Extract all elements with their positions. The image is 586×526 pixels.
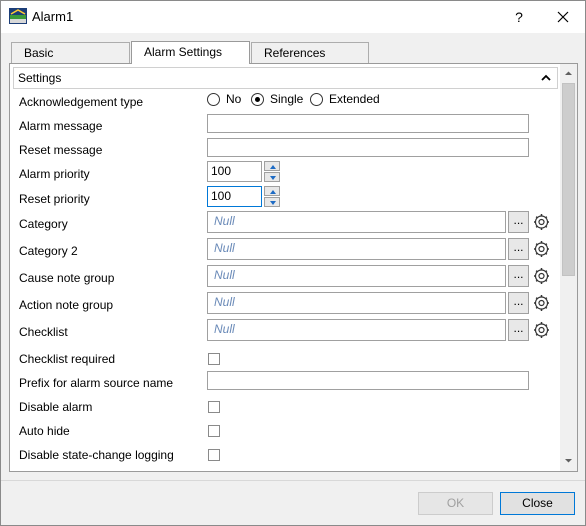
help-button[interactable]: ? xyxy=(509,7,529,27)
prefix-source-label: Prefix for alarm source name xyxy=(19,376,174,390)
scrollbar-thumb[interactable] xyxy=(562,83,575,276)
section-title: Settings xyxy=(18,71,62,85)
disable-alarm-checkbox[interactable] xyxy=(208,401,220,413)
checklist-required-checkbox[interactable] xyxy=(208,353,220,365)
cause-note-group-field[interactable]: Null xyxy=(207,265,506,287)
gear-icon[interactable] xyxy=(531,292,552,314)
auto-hide-label: Auto hide xyxy=(19,424,70,438)
reset-priority-up-button[interactable] xyxy=(264,186,280,196)
reset-priority-stepper xyxy=(264,186,280,207)
footer-divider xyxy=(1,480,585,481)
reset-message-label: Reset message xyxy=(19,143,103,157)
alarm-dialog: Alarm1 ? Basic Alarm Settings References… xyxy=(0,0,586,526)
alarm-priority-stepper xyxy=(264,161,280,182)
scroll-up-icon[interactable] xyxy=(561,66,576,81)
disable-logging-checkbox[interactable] xyxy=(208,449,220,461)
ok-button[interactable]: OK xyxy=(418,492,493,515)
reset-priority-label: Reset priority xyxy=(19,192,90,206)
tab-references[interactable]: References xyxy=(251,42,369,63)
tab-alarm-settings[interactable]: Alarm Settings xyxy=(131,41,250,64)
close-button[interactable]: Close xyxy=(500,492,575,515)
checklist-required-label: Checklist required xyxy=(19,352,116,366)
prefix-source-input[interactable] xyxy=(207,371,529,390)
auto-hide-checkbox[interactable] xyxy=(208,425,220,437)
category-browse-button[interactable]: ... xyxy=(508,211,529,233)
checklist-browse-button[interactable]: ... xyxy=(508,319,529,341)
gear-icon[interactable] xyxy=(531,319,552,341)
gear-icon[interactable] xyxy=(531,211,552,233)
reset-priority-input[interactable]: 100 xyxy=(207,186,262,207)
settings-section-header[interactable]: Settings xyxy=(13,67,558,89)
tab-basic[interactable]: Basic xyxy=(11,42,130,63)
cause-note-group-label: Cause note group xyxy=(19,271,115,285)
reset-priority-down-button[interactable] xyxy=(264,197,280,207)
gear-icon[interactable] xyxy=(531,238,552,260)
alarm-message-label: Alarm message xyxy=(19,119,103,133)
alarm-priority-input[interactable]: 100 xyxy=(207,161,262,182)
radio-ack-extended-label: Extended xyxy=(329,92,380,106)
reset-message-input[interactable] xyxy=(207,138,529,157)
category-field[interactable]: Null xyxy=(207,211,506,233)
alarm-app-icon xyxy=(9,8,27,24)
arrow-up-icon xyxy=(270,190,276,194)
disable-logging-label: Disable state-change logging xyxy=(19,448,174,462)
arrow-down-icon xyxy=(270,176,276,180)
category2-label: Category 2 xyxy=(19,244,78,258)
alarm-priority-down-button[interactable] xyxy=(264,172,280,182)
radio-ack-no[interactable] xyxy=(207,93,220,106)
arrow-down-icon xyxy=(270,201,276,205)
window-title: Alarm1 xyxy=(32,9,74,24)
arrow-up-icon xyxy=(270,165,276,169)
category2-field[interactable]: Null xyxy=(207,238,506,260)
action-note-group-browse-button[interactable]: ... xyxy=(508,292,529,314)
category-label: Category xyxy=(19,217,68,231)
category2-browse-button[interactable]: ... xyxy=(508,238,529,260)
chevron-up-icon[interactable] xyxy=(541,73,551,83)
ack-type-label: Acknowledgement type xyxy=(19,95,144,109)
scroll-down-icon[interactable] xyxy=(561,453,576,468)
disable-alarm-label: Disable alarm xyxy=(19,400,93,414)
title-bar: Alarm1 ? xyxy=(1,1,585,33)
checklist-field[interactable]: Null xyxy=(207,319,506,341)
alarm-settings-panel: Settings Acknowledgement type No Single … xyxy=(9,63,578,472)
action-note-group-label: Action note group xyxy=(19,298,114,312)
cause-note-group-browse-button[interactable]: ... xyxy=(508,265,529,287)
action-note-group-field[interactable]: Null xyxy=(207,292,506,314)
alarm-priority-label: Alarm priority xyxy=(19,167,90,181)
radio-ack-single[interactable] xyxy=(251,93,264,106)
close-window-icon[interactable] xyxy=(547,5,579,29)
radio-ack-extended[interactable] xyxy=(310,93,323,106)
radio-ack-single-label: Single xyxy=(270,92,304,106)
gear-icon[interactable] xyxy=(531,265,552,287)
alarm-priority-up-button[interactable] xyxy=(264,161,280,171)
checklist-label: Checklist xyxy=(19,325,68,339)
vertical-scrollbar[interactable] xyxy=(560,64,577,471)
alarm-message-input[interactable] xyxy=(207,114,529,133)
radio-ack-no-label: No xyxy=(226,92,242,106)
